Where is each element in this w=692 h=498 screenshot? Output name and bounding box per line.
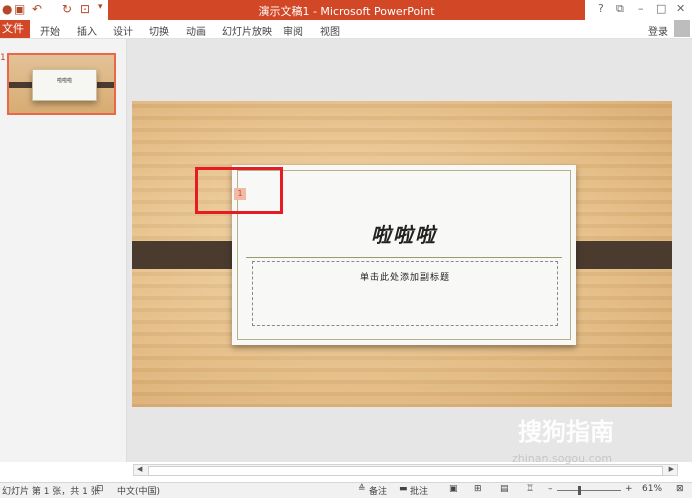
watermark-url: zhinan.sogou.com — [512, 452, 613, 465]
scrollbar-thumb[interactable] — [148, 466, 663, 476]
zoom-out-icon[interactable]: – — [548, 484, 553, 494]
right-band — [564, 241, 672, 269]
avatar[interactable] — [674, 20, 690, 37]
normal-view-icon[interactable]: ▣ — [449, 484, 458, 494]
notes-icon[interactable]: ≙ — [358, 484, 366, 494]
maximize-button[interactable]: □ — [656, 2, 666, 15]
window-title: 演示文稿1 - Microsoft PowerPoint — [258, 5, 435, 18]
card-divider — [246, 257, 562, 258]
slide-editing-area: 啦啦啦 单击此处添加副标题 1 — [127, 39, 692, 462]
watermark-brand: 搜狗指南 — [518, 418, 614, 446]
scroll-right-icon[interactable]: ▶ — [669, 465, 674, 473]
comments-button[interactable]: 批注 — [410, 484, 428, 497]
redo-icon[interactable]: ↻ — [62, 2, 72, 16]
notes-button[interactable]: 备注 — [369, 484, 387, 497]
left-band — [132, 241, 242, 269]
spell-check-icon[interactable]: ⊡ — [96, 484, 104, 494]
tab-transitions[interactable]: 切换 — [149, 23, 169, 38]
tab-file[interactable]: 文件 — [0, 20, 30, 38]
slide-canvas[interactable]: 啦啦啦 单击此处添加副标题 1 — [132, 101, 672, 407]
zoom-level[interactable]: 61% — [642, 484, 662, 494]
save-icon[interactable]: ▣ — [14, 2, 25, 16]
thumbnail-card: 啦啦啦 — [32, 69, 97, 101]
highlight-rectangle — [195, 167, 283, 214]
ribbon-display-options-button[interactable]: ⧉ — [616, 2, 624, 16]
thumbnail-title: 啦啦啦 — [56, 78, 72, 84]
tab-slideshow[interactable]: 幻灯片放映 — [222, 23, 272, 38]
subtitle-placeholder[interactable]: 单击此处添加副标题 — [252, 261, 558, 326]
tab-design[interactable]: 设计 — [113, 23, 133, 38]
comments-icon[interactable]: ▬ — [399, 484, 408, 494]
tab-home[interactable]: 开始 — [40, 23, 60, 38]
horizontal-scrollbar[interactable]: ◀ ▶ — [133, 464, 678, 476]
tab-review[interactable]: 审阅 — [283, 23, 303, 38]
zoom-in-icon[interactable]: + — [625, 484, 633, 494]
language-status[interactable]: 中文(中国) — [117, 484, 160, 497]
tab-animations[interactable]: 动画 — [186, 23, 206, 38]
minimize-button[interactable]: – — [638, 2, 644, 15]
slide-sorter-icon[interactable]: ⊞ — [474, 484, 482, 494]
start-from-beginning-icon[interactable]: ⊡ — [80, 2, 90, 16]
tab-view[interactable]: 视图 — [320, 23, 340, 38]
slide-title[interactable]: 啦啦啦 — [232, 219, 576, 248]
slide-thumbnail-pane: 1 啦啦啦 — [0, 39, 127, 462]
reading-view-icon[interactable]: ▤ — [500, 484, 509, 494]
thumbnail-number: 1 — [0, 53, 6, 63]
subtitle-placeholder-text: 单击此处添加副标题 — [359, 273, 450, 283]
fit-to-window-icon[interactable]: ⊠ — [676, 484, 684, 494]
slide-thumbnail[interactable]: 啦啦啦 — [7, 53, 116, 115]
status-bar: 幻灯片 第 1 张，共 1 张 ⊡ 中文(中国) ≙ 备注 ▬ 批注 ▣ ⊞ ▤… — [0, 482, 692, 498]
undo-icon[interactable]: ↶ — [32, 2, 42, 16]
powerpoint-logo-icon: ● — [2, 2, 13, 16]
login-link[interactable]: 登录 — [648, 23, 668, 38]
zoom-slider-knob[interactable] — [578, 486, 581, 495]
tab-insert[interactable]: 插入 — [77, 23, 97, 38]
customize-qat-icon[interactable]: ▾ — [98, 2, 103, 12]
zoom-slider-track[interactable] — [557, 490, 621, 491]
title-bar: ● ▣ ↶ ↻ ⊡ ▾ 演示文稿1 - Microsoft PowerPoint… — [0, 0, 692, 20]
ribbon-tabs: 文件 开始 插入 设计 切换 动画 幻灯片放映 审阅 视图 登录 — [0, 20, 692, 39]
title-card: 啦啦啦 单击此处添加副标题 — [232, 165, 576, 345]
scroll-left-icon[interactable]: ◀ — [137, 465, 142, 473]
close-button[interactable]: ✕ — [676, 2, 685, 15]
help-button[interactable]: ? — [598, 2, 604, 15]
slide-info: 幻灯片 第 1 张，共 1 张 — [2, 487, 100, 497]
slideshow-icon[interactable]: ♖ — [526, 484, 534, 494]
